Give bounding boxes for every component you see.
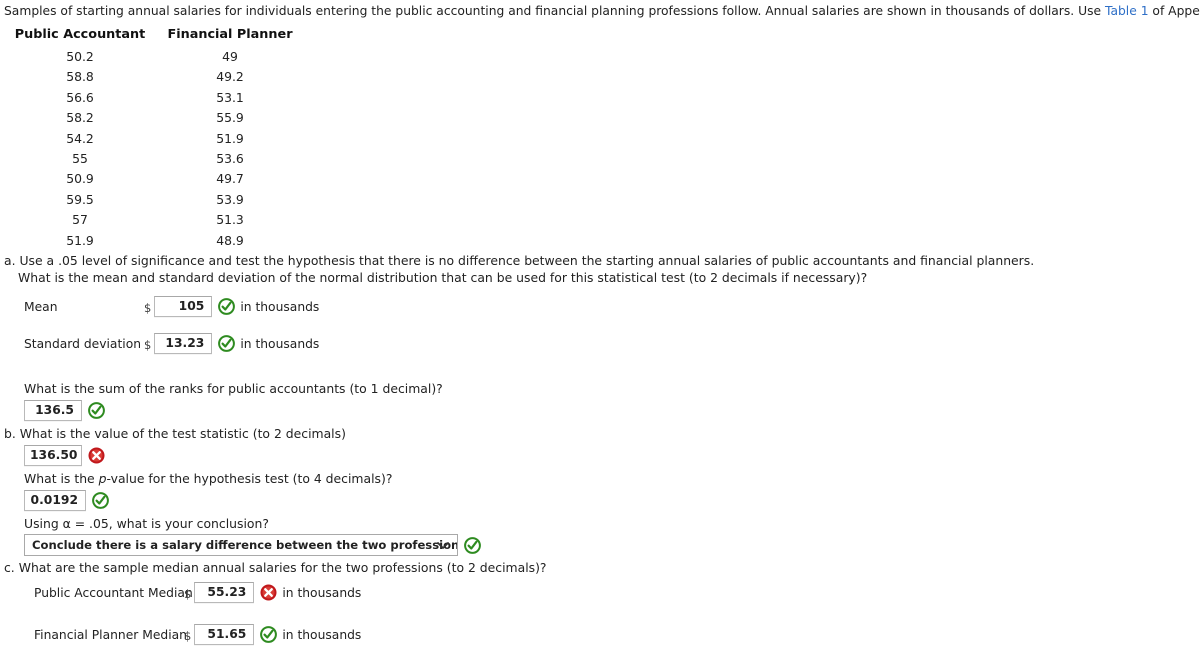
conclusion-selected-option: Conclude there is a salary difference be… bbox=[32, 538, 458, 552]
currency-symbol: $ bbox=[184, 587, 192, 601]
cell-public-accountant: 54.2 bbox=[66, 130, 94, 146]
answer-row-public-accountant-median: Public Accountant Median $ 55.23 in thou… bbox=[34, 582, 361, 603]
table-row: 54.2 51.9 bbox=[0, 129, 300, 149]
cell-public-accountant: 50.2 bbox=[66, 49, 94, 64]
table-row: 55 53.6 bbox=[0, 149, 300, 169]
question-c-medians: c. What are the sample median annual sal… bbox=[4, 560, 547, 575]
cell-financial-planner: 51.9 bbox=[216, 130, 244, 146]
cell-public-accountant: 59.5 bbox=[66, 191, 94, 207]
answer-row-mean: Mean $ 105 in thousands bbox=[24, 296, 319, 317]
cell-public-accountant: 50.9 bbox=[66, 171, 94, 187]
cell-financial-planner: 53.1 bbox=[216, 89, 244, 105]
table-row: 56.6 53.1 bbox=[0, 88, 300, 108]
suffix-financial-planner-median: in thousands bbox=[282, 627, 362, 642]
label-standard-deviation: Standard deviation bbox=[24, 336, 142, 351]
chevron-down-icon bbox=[437, 535, 449, 555]
column-header-financial-planner: Financial Planner bbox=[167, 27, 293, 42]
x-circle-icon bbox=[88, 447, 105, 464]
table-row: 58.2 55.9 bbox=[0, 108, 300, 128]
standard-deviation-input[interactable]: 13.23 bbox=[154, 333, 213, 354]
table-row: 59.5 53.9 bbox=[0, 190, 300, 210]
table-row: 58.8 49.2 bbox=[0, 67, 300, 87]
intro-text: Samples of starting annual salaries for … bbox=[4, 4, 1200, 19]
table-row: 57 51.3 bbox=[0, 210, 300, 230]
check-circle-icon bbox=[260, 626, 278, 643]
column-header-public-accountant: Public Accountant bbox=[14, 27, 146, 42]
answer-row-sum-of-ranks: 136.5 bbox=[24, 400, 105, 421]
cell-public-accountant: 51.9 bbox=[66, 232, 94, 248]
sum-of-ranks-input[interactable]: 136.5 bbox=[24, 400, 82, 421]
public-accountant-median-input[interactable]: 55.23 bbox=[194, 582, 255, 603]
suffix-mean: in thousands bbox=[240, 299, 320, 314]
suffix-public-accountant-median: in thousands bbox=[282, 585, 362, 600]
question-sum-of-ranks: What is the sum of the ranks for public … bbox=[24, 381, 443, 396]
suffix-standard-deviation: in thousands bbox=[240, 336, 320, 351]
cell-financial-planner: 51.3 bbox=[216, 212, 244, 228]
currency-symbol: $ bbox=[144, 338, 152, 352]
cell-financial-planner: 55.9 bbox=[216, 110, 244, 126]
conclusion-select-row: Conclude there is a salary difference be… bbox=[24, 534, 481, 556]
cell-financial-planner: 49 bbox=[222, 49, 238, 64]
intro-text-before: Samples of starting annual salaries for … bbox=[4, 4, 1105, 18]
table-1-link[interactable]: Table 1 bbox=[1105, 4, 1149, 18]
cell-financial-planner: 53.9 bbox=[216, 191, 244, 207]
currency-symbol: $ bbox=[184, 629, 192, 643]
cell-public-accountant: 56.6 bbox=[66, 89, 94, 105]
answer-row-financial-planner-median: Financial Planner Median $ 51.65 in thou… bbox=[34, 624, 361, 645]
intro-text-after: of Appendix B. bbox=[1152, 4, 1200, 18]
financial-planner-median-input[interactable]: 51.65 bbox=[194, 624, 255, 645]
check-circle-icon bbox=[92, 492, 109, 509]
table-row: 50.2 49 bbox=[0, 47, 300, 67]
table-row: 51.9 48.9 bbox=[0, 231, 300, 251]
cell-public-accountant: 58.8 bbox=[66, 69, 94, 85]
check-circle-icon bbox=[464, 536, 481, 554]
question-b-test-statistic: b. What is the value of the test statist… bbox=[4, 426, 346, 441]
cell-financial-planner: 49.7 bbox=[216, 171, 244, 187]
p-value-prompt-pre: What is the bbox=[24, 471, 99, 486]
check-circle-icon bbox=[218, 335, 236, 352]
x-circle-icon bbox=[260, 584, 277, 601]
table-row: 50.9 49.7 bbox=[0, 169, 300, 189]
cell-public-accountant: 58.2 bbox=[66, 110, 94, 126]
check-circle-icon bbox=[218, 298, 236, 315]
label-financial-planner-median: Financial Planner Median bbox=[34, 627, 187, 642]
question-p-value: What is the p-value for the hypothesis t… bbox=[24, 471, 392, 487]
currency-symbol: $ bbox=[144, 301, 152, 315]
cell-public-accountant: 55 bbox=[72, 151, 88, 167]
label-mean: Mean bbox=[24, 299, 58, 314]
table-header-row: Public Accountant Financial Planner bbox=[0, 27, 300, 47]
test-statistic-input[interactable]: 136.50 bbox=[24, 445, 82, 466]
p-value-prompt-post: -value for the hypothesis test (to 4 dec… bbox=[106, 471, 393, 486]
salary-data-table: Public Accountant Financial Planner 50.2… bbox=[0, 27, 300, 251]
answer-row-test-statistic: 136.50 bbox=[24, 445, 105, 466]
question-a-line-2: What is the mean and standard deviation … bbox=[18, 270, 868, 285]
cell-financial-planner: 48.9 bbox=[216, 232, 244, 248]
label-public-accountant-median: Public Accountant Median bbox=[34, 585, 193, 600]
answer-row-standard-deviation: Standard deviation $ 13.23 in thousands bbox=[24, 333, 319, 354]
p-value-input[interactable]: 0.0192 bbox=[24, 490, 86, 511]
answer-row-p-value: 0.0192 bbox=[24, 490, 109, 511]
question-alpha-conclusion: Using α = .05, what is your conclusion? bbox=[24, 516, 269, 531]
mean-input[interactable]: 105 bbox=[154, 296, 213, 317]
check-circle-icon bbox=[88, 402, 105, 419]
cell-financial-planner: 53.6 bbox=[216, 151, 244, 167]
question-a-line-1: a. Use a .05 level of significance and t… bbox=[4, 253, 1035, 268]
cell-financial-planner: 49.2 bbox=[216, 69, 244, 85]
cell-public-accountant: 57 bbox=[72, 212, 88, 228]
conclusion-select[interactable]: Conclude there is a salary difference be… bbox=[24, 534, 458, 556]
